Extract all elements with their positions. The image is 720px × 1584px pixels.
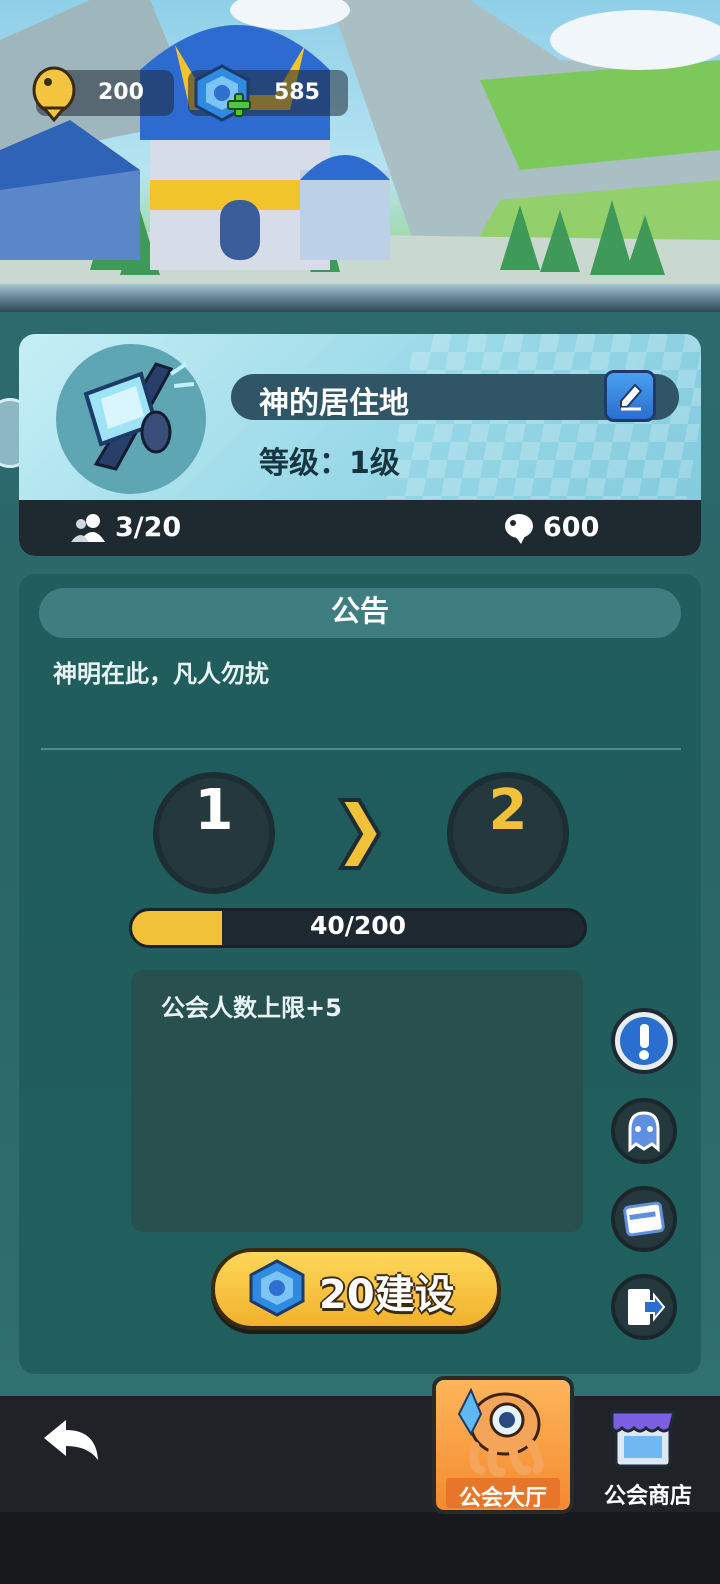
exit-door-icon bbox=[628, 1289, 666, 1325]
build-button[interactable]: 20建设 bbox=[211, 1248, 501, 1330]
guild-funds: 600 bbox=[543, 512, 600, 543]
panel-divider bbox=[41, 748, 681, 750]
progress-text: 40/200 bbox=[309, 911, 407, 940]
build-button-label: 20建设 bbox=[319, 1272, 455, 1318]
octopus-mascot-icon bbox=[457, 1387, 544, 1477]
notice-title: 公告 bbox=[39, 588, 681, 638]
upgrade-reward-box: 公会人数上限+5 bbox=[131, 970, 583, 1232]
blue-gem-icon bbox=[249, 1259, 305, 1317]
tab-guild-shop[interactable]: 公会商店 bbox=[592, 1396, 712, 1512]
next-level-circle: 2 bbox=[447, 772, 569, 894]
ice-hammer-emblem-icon bbox=[83, 362, 195, 471]
edit-guild-button[interactable] bbox=[604, 370, 656, 422]
guild-emblem bbox=[56, 344, 206, 494]
tab-guild-hall[interactable]: 公会大厅 bbox=[432, 1376, 574, 1514]
bottom-navigation: 公会大厅 公会商店 bbox=[0, 1376, 720, 1584]
ghost-icon bbox=[628, 1111, 660, 1153]
members-icon bbox=[71, 514, 105, 542]
card-icon bbox=[623, 1201, 665, 1237]
fish-funds-icon bbox=[505, 514, 533, 544]
edit-pencil-icon bbox=[620, 383, 643, 411]
guild-notice-panel: 公告 神明在此，凡人勿扰 1 2 40/200 公会人数上限+5 20建设 bbox=[19, 574, 701, 1374]
guild-name: 神的居住地 bbox=[259, 386, 409, 421]
exit-button[interactable] bbox=[611, 1274, 677, 1340]
chevron-right-icon bbox=[337, 798, 382, 870]
castle-scene-illustration bbox=[0, 0, 720, 290]
tab-guild-shop-label: 公会商店 bbox=[603, 1484, 692, 1509]
fish-coin-icon bbox=[32, 66, 76, 122]
guild-stats-bar: 3/20 600 bbox=[19, 500, 701, 556]
guild-info-card: 神的居住地 等级：1级 3/20 600 bbox=[19, 334, 701, 556]
exclamation-icon bbox=[620, 1017, 668, 1065]
notice-text: 神明在此，凡人勿扰 bbox=[53, 660, 269, 688]
scene-divider bbox=[0, 284, 720, 312]
plus-icon[interactable] bbox=[226, 92, 252, 118]
guild-level: 等级：1级 bbox=[259, 446, 400, 481]
upgrade-progress-bar: 40/200 bbox=[129, 908, 587, 948]
gem-currency-counter[interactable]: 585 bbox=[188, 64, 348, 122]
gem-currency-value: 585 bbox=[274, 80, 320, 105]
member-count: 3/20 bbox=[115, 512, 182, 543]
reward-text: 公会人数上限+5 bbox=[161, 994, 342, 1022]
log-button[interactable] bbox=[611, 1186, 677, 1252]
current-level-circle: 1 bbox=[153, 772, 275, 894]
tab-guild-hall-label: 公会大厅 bbox=[458, 1486, 547, 1511]
members-button[interactable] bbox=[611, 1098, 677, 1164]
shop-icon bbox=[610, 1410, 676, 1468]
nav-bottom-strip bbox=[0, 1512, 720, 1584]
fish-currency-counter[interactable]: 200 bbox=[32, 66, 174, 122]
fish-currency-value: 200 bbox=[98, 80, 144, 105]
info-button[interactable] bbox=[611, 1008, 677, 1074]
back-arrow-icon[interactable] bbox=[40, 1416, 104, 1468]
guild-scene-banner bbox=[0, 0, 720, 312]
